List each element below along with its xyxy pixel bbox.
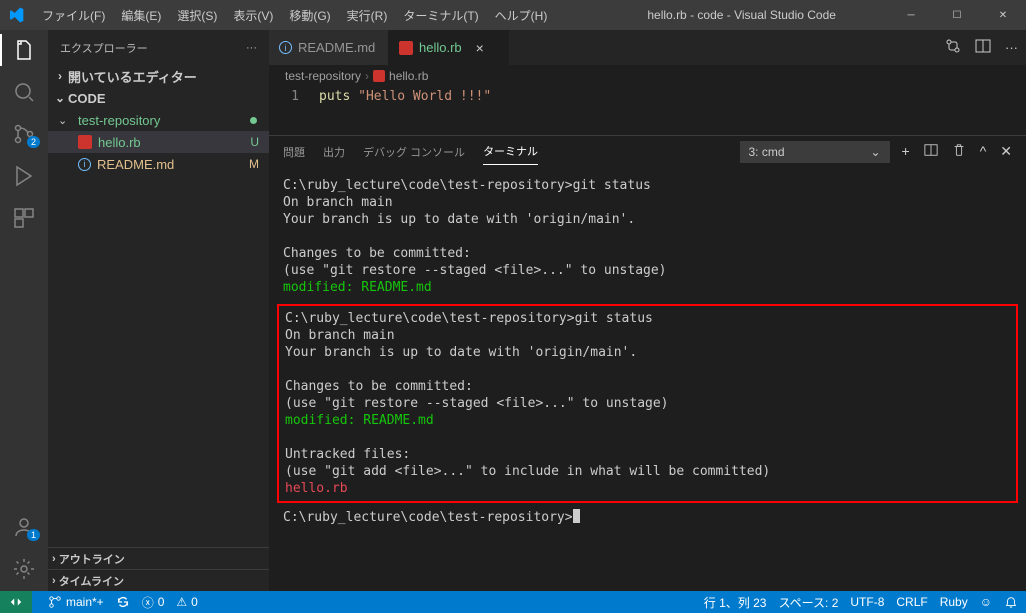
title-bar: ファイル(F) 編集(E) 選択(S) 表示(V) 移動(G) 実行(R) ター…	[0, 0, 1026, 30]
status-bar: main*+ ⓧ 0 ⚠ 0 行 1、列 23 スペース: 2 UTF-8 CR…	[0, 591, 1026, 613]
chevron-down-icon: ⌄	[870, 145, 880, 159]
terminal-cursor	[573, 509, 580, 523]
sidebar-title: エクスプローラー	[60, 40, 148, 56]
file-label: hello.rb	[98, 135, 141, 150]
file-readme-md[interactable]: i README.md M	[48, 153, 269, 175]
file-label: README.md	[97, 157, 174, 172]
new-terminal-icon[interactable]: +	[902, 143, 910, 160]
tab-readme[interactable]: i README.md	[269, 30, 389, 65]
accounts-badge: 1	[27, 529, 40, 541]
maximize-panel-icon[interactable]: ^	[980, 143, 987, 160]
settings-icon[interactable]	[12, 557, 36, 581]
menu-terminal[interactable]: ターミナル(T)	[395, 7, 486, 24]
cursor-position[interactable]: 行 1、列 23	[704, 594, 767, 611]
folder-test-repository[interactable]: ⌄ test-repository	[48, 109, 269, 131]
outline-section[interactable]: › アウトライン	[48, 547, 269, 569]
explorer-sidebar: エクスプローラー ··· ›開いているエディター ⌄CODE ⌄ test-re…	[48, 30, 269, 591]
accounts-icon[interactable]: 1	[12, 515, 36, 539]
notifications-icon[interactable]	[1004, 595, 1018, 609]
chevron-down-icon: ⌄	[52, 91, 68, 105]
menu-bar: ファイル(F) 編集(E) 選択(S) 表示(V) 移動(G) 実行(R) ター…	[34, 7, 555, 24]
editor-area: i README.md hello.rb × ··· test-reposito…	[269, 30, 1026, 591]
menu-edit[interactable]: 編集(E)	[113, 7, 169, 24]
tab-problems[interactable]: 問題	[283, 144, 305, 160]
run-debug-icon[interactable]	[12, 164, 36, 188]
close-panel-icon[interactable]: ✕	[1000, 143, 1012, 160]
branch-indicator[interactable]: main*+	[48, 595, 104, 609]
menu-help[interactable]: ヘルプ(H)	[487, 7, 556, 24]
split-editor-icon[interactable]	[975, 38, 991, 57]
errors-indicator[interactable]: ⓧ 0	[142, 594, 165, 611]
compare-icon[interactable]	[945, 38, 961, 57]
line-number: 1	[269, 87, 319, 135]
maximize-button[interactable]: ☐	[934, 0, 980, 30]
ruby-file-icon	[373, 70, 385, 82]
tab-output[interactable]: 出力	[323, 144, 345, 160]
highlighted-region: C:\ruby_lecture\code\test-repository>git…	[277, 304, 1018, 503]
breadcrumb[interactable]: test-repository › hello.rb	[269, 65, 1026, 87]
menu-file[interactable]: ファイル(F)	[34, 7, 113, 24]
menu-go[interactable]: 移動(G)	[281, 7, 338, 24]
terminal-content[interactable]: C:\ruby_lecture\code\test-repository>git…	[269, 167, 1026, 591]
chevron-down-icon: ⌄	[58, 114, 72, 127]
code-editor[interactable]: 1 puts "Hello World !!!"	[269, 87, 1026, 135]
scm-badge: 2	[27, 136, 40, 148]
language-indicator[interactable]: Ruby	[940, 595, 968, 609]
eol-indicator[interactable]: CRLF	[896, 595, 927, 609]
split-terminal-icon[interactable]	[924, 143, 938, 160]
terminal-selector-label: 3: cmd	[749, 145, 785, 159]
warnings-indicator[interactable]: ⚠ 0	[176, 595, 197, 609]
info-file-icon: i	[279, 41, 292, 54]
file-hello-rb[interactable]: hello.rb U	[48, 131, 269, 153]
breadcrumb-item[interactable]: hello.rb	[389, 69, 428, 83]
more-icon[interactable]: ···	[1005, 40, 1018, 55]
info-file-icon: i	[78, 158, 91, 171]
tab-terminal[interactable]: ターミナル	[483, 143, 538, 165]
git-status-u: U	[250, 135, 259, 149]
panel-tabs: 問題 出力 デバッグ コンソール ターミナル 3: cmd ⌄ + ^ ✕	[269, 136, 1026, 167]
activity-bar: 2 1	[0, 30, 48, 591]
timeline-section[interactable]: › タイムライン	[48, 569, 269, 591]
tab-bar: i README.md hello.rb × ···	[269, 30, 1026, 65]
panel: 問題 出力 デバッグ コンソール ターミナル 3: cmd ⌄ + ^ ✕	[269, 135, 1026, 591]
tab-label: hello.rb	[419, 40, 462, 55]
code-line[interactable]: puts "Hello World !!!"	[319, 87, 491, 135]
tab-label: README.md	[298, 40, 375, 55]
search-icon[interactable]	[12, 80, 36, 104]
tab-hello-rb[interactable]: hello.rb ×	[389, 30, 509, 65]
chevron-right-icon: ›	[365, 69, 369, 83]
code-section[interactable]: ⌄CODE	[48, 87, 269, 109]
vscode-logo-icon	[8, 7, 24, 23]
ruby-file-icon	[399, 41, 413, 55]
open-editors-section[interactable]: ›開いているエディター	[48, 65, 269, 87]
trash-icon[interactable]	[952, 143, 966, 160]
git-modified-dot-icon	[250, 117, 257, 124]
minimize-button[interactable]: ─	[888, 0, 934, 30]
menu-run[interactable]: 実行(R)	[339, 7, 396, 24]
more-icon[interactable]: ···	[246, 42, 257, 54]
explorer-icon[interactable]	[12, 38, 36, 62]
scm-icon[interactable]: 2	[12, 122, 36, 146]
extensions-icon[interactable]	[12, 206, 36, 230]
close-tab-icon[interactable]: ×	[476, 40, 484, 56]
breadcrumb-item[interactable]: test-repository	[285, 69, 361, 83]
window-title: hello.rb - code - Visual Studio Code	[555, 8, 888, 22]
tab-debug-console[interactable]: デバッグ コンソール	[363, 144, 465, 160]
feedback-icon[interactable]: ☺	[980, 595, 992, 609]
menu-view[interactable]: 表示(V)	[225, 7, 281, 24]
git-status-m: M	[249, 157, 259, 171]
sync-indicator[interactable]	[116, 595, 130, 609]
terminal-selector[interactable]: 3: cmd ⌄	[740, 141, 890, 163]
menu-select[interactable]: 選択(S)	[169, 7, 225, 24]
ruby-file-icon	[78, 135, 92, 149]
remote-indicator[interactable]	[0, 591, 32, 613]
folder-label: test-repository	[78, 113, 160, 128]
encoding-indicator[interactable]: UTF-8	[850, 595, 884, 609]
close-window-button[interactable]: ✕	[980, 0, 1026, 30]
spaces-indicator[interactable]: スペース: 2	[778, 594, 838, 611]
